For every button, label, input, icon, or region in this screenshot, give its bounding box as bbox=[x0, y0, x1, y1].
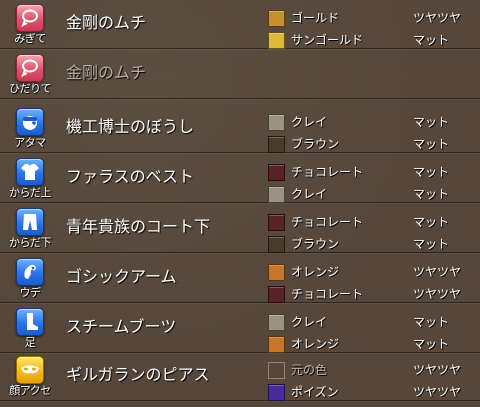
color-swatch bbox=[268, 114, 285, 131]
item-name: 金剛のムチ bbox=[66, 13, 147, 32]
dye-row[interactable]: クレイ マット bbox=[268, 183, 480, 205]
dye-row[interactable]: ブラウン マット bbox=[268, 133, 480, 155]
dye-row[interactable]: サンゴールド マット bbox=[268, 29, 480, 51]
equipment-row[interactable]: からだ上 ファラスのベスト チョコレート マット クレイ マット bbox=[0, 154, 480, 203]
color-name: サンゴールド bbox=[291, 33, 364, 47]
finish-label: マット bbox=[413, 33, 450, 47]
equipment-slot[interactable]: からだ上 bbox=[4, 155, 56, 201]
dye-row[interactable]: チョコレート マット bbox=[268, 211, 480, 233]
color-name: ポイズン bbox=[291, 385, 339, 399]
color-swatch bbox=[268, 314, 285, 331]
finish-label: マット bbox=[413, 337, 450, 351]
item-name: 青年貴族のコート下 bbox=[66, 217, 211, 236]
slot-label: 足 bbox=[24, 336, 36, 349]
dye-row[interactable]: チョコレート ツヤツヤ bbox=[268, 283, 480, 305]
dye-row[interactable]: チョコレート マット bbox=[268, 161, 480, 183]
finish-label: マット bbox=[413, 187, 450, 201]
equipment-row[interactable]: ひだりて 金剛のムチ bbox=[0, 50, 480, 99]
finish-label: マット bbox=[413, 115, 450, 129]
dye-row[interactable]: オレンジ ツヤツヤ bbox=[268, 261, 480, 283]
equipment-slot[interactable]: ひだりて bbox=[4, 51, 56, 97]
equipment-slot[interactable]: ウデ bbox=[4, 255, 56, 301]
color-name: オレンジ bbox=[291, 337, 340, 351]
color-swatch bbox=[268, 164, 285, 181]
color-swatch bbox=[268, 286, 285, 303]
finish-label: マット bbox=[413, 237, 450, 251]
finish-label: ツヤツヤ bbox=[413, 265, 462, 279]
equipment-row[interactable]: ウデ ゴシックアーム オレンジ ツヤツヤ チョコレート ツヤツヤ bbox=[0, 254, 480, 303]
equipment-row[interactable]: からだ下 青年貴族のコート下 チョコレート マット ブラウン マット bbox=[0, 204, 480, 253]
equipment-row[interactable]: 顔アクセ ギルガランのピアス 元の色 ツヤツヤ ポイズン ツヤツヤ bbox=[0, 352, 480, 401]
color-swatch bbox=[268, 136, 285, 153]
pants-icon bbox=[16, 208, 44, 236]
finish-label: マット bbox=[413, 315, 450, 329]
finish-label: マット bbox=[413, 165, 450, 179]
color-name: チョコレート bbox=[291, 215, 364, 229]
color-swatch bbox=[268, 362, 285, 379]
color-name: クレイ bbox=[291, 115, 328, 129]
slot-label: 顔アクセ bbox=[9, 384, 51, 397]
equipment-slot[interactable]: みぎて bbox=[4, 1, 56, 47]
color-swatch bbox=[268, 10, 285, 27]
color-swatch bbox=[268, 186, 285, 203]
dye-row[interactable]: クレイ マット bbox=[268, 111, 480, 133]
gauntlet-icon bbox=[16, 258, 44, 286]
item-name: 機工博士のぼうし bbox=[66, 117, 195, 136]
whip-icon bbox=[16, 4, 44, 32]
hat-icon bbox=[16, 108, 44, 136]
slot-label: からだ上 bbox=[9, 186, 52, 199]
finish-label: ツヤツヤ bbox=[413, 385, 462, 399]
item-name: スチームブーツ bbox=[66, 317, 177, 336]
finish-label: ツヤツヤ bbox=[413, 363, 462, 377]
finish-label: ツヤツヤ bbox=[413, 287, 462, 301]
color-swatch bbox=[268, 336, 285, 353]
boot-icon bbox=[16, 308, 44, 336]
item-name: ファラスのベスト bbox=[66, 167, 195, 186]
color-name: チョコレート bbox=[291, 165, 364, 179]
equipment-slot[interactable]: 足 bbox=[4, 305, 56, 351]
equipment-row[interactable]: みぎて 金剛のムチ ゴールド ツヤツヤサンゴールド マット bbox=[0, 0, 480, 49]
color-name: ゴールド bbox=[291, 11, 340, 25]
item-name: 金剛のムチ bbox=[66, 63, 147, 82]
item-name: ゴシックアーム bbox=[66, 267, 177, 286]
color-name: ブラウン bbox=[291, 137, 340, 151]
color-name: オレンジ bbox=[291, 265, 340, 279]
color-swatch bbox=[268, 214, 285, 231]
color-swatch bbox=[268, 264, 285, 281]
slot-label: ひだりて bbox=[9, 82, 52, 95]
finish-label: ツヤツヤ bbox=[413, 11, 462, 25]
finish-label: マット bbox=[413, 215, 450, 229]
color-swatch bbox=[268, 384, 285, 401]
dye-row[interactable]: ブラウン マット bbox=[268, 233, 480, 255]
dye-row[interactable]: 元の色 ツヤツヤ bbox=[268, 359, 480, 381]
dye-row[interactable]: クレイ マット bbox=[268, 311, 480, 333]
slot-label: みぎて bbox=[14, 32, 46, 45]
color-swatch bbox=[268, 236, 285, 253]
slot-label: からだ下 bbox=[9, 236, 52, 249]
shirt-icon bbox=[16, 158, 44, 186]
color-name: ブラウン bbox=[291, 237, 340, 251]
dye-row[interactable]: ゴールド ツヤツヤ bbox=[268, 7, 480, 29]
equipment-slot[interactable]: 顔アクセ bbox=[4, 353, 56, 399]
color-name: クレイ bbox=[291, 187, 328, 201]
equipment-slot[interactable]: からだ下 bbox=[4, 205, 56, 251]
mask-icon bbox=[16, 356, 44, 384]
color-name: クレイ bbox=[291, 315, 328, 329]
slot-label: アタマ bbox=[14, 136, 46, 149]
color-name: 元の色 bbox=[291, 363, 328, 377]
color-name: チョコレート bbox=[291, 287, 364, 301]
equipment-dye-list: みぎて 金剛のムチ ゴールド ツヤツヤ サンゴールド マット ひだりて 金剛のムチ アタマ 機工博… bbox=[0, 0, 480, 407]
item-name: ギルガランのピアス bbox=[66, 365, 210, 384]
slot-label: ウデ bbox=[19, 286, 42, 299]
dye-row[interactable]: ポイズン ツヤツヤ bbox=[268, 381, 480, 403]
equipment-row[interactable]: 足スチームブーツ クレイ マット オレンジ マット bbox=[0, 304, 480, 353]
equipment-row[interactable]: アタマ 機工博士のぼうし クレイ マット ブラウン マット bbox=[0, 104, 480, 153]
finish-label: マット bbox=[413, 137, 450, 151]
equipment-slot[interactable]: アタマ bbox=[4, 105, 56, 151]
whip-icon bbox=[16, 54, 44, 82]
color-swatch bbox=[268, 32, 285, 49]
